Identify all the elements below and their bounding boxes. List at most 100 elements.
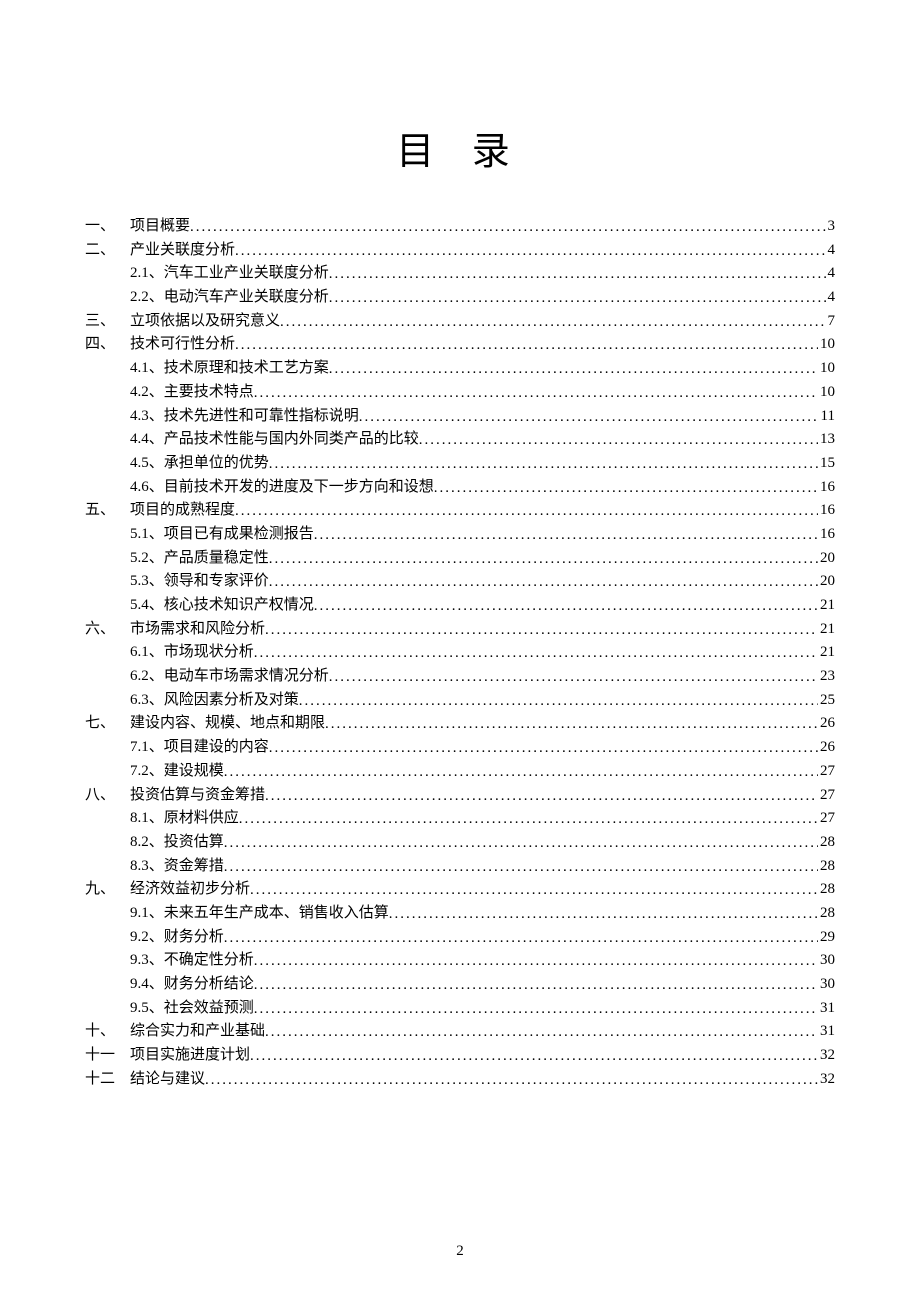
toc-leader-dots: [280, 315, 825, 330]
toc-leader-dots: [254, 1002, 818, 1017]
toc-page-number: 13: [818, 432, 835, 447]
toc-entry-text: 投资估算与资金筹措: [130, 788, 265, 803]
toc-entry-text: 建设内容、规模、地点和期限: [130, 716, 325, 731]
toc-page-number: 27: [818, 788, 835, 803]
toc-entry-text: 2.2、电动汽车产业关联度分析: [130, 290, 329, 305]
toc-page-number: 3: [826, 219, 836, 234]
toc-entry: 9.5、社会效益预测 31: [85, 1001, 835, 1016]
toc-chapter-number: 十一: [85, 1048, 130, 1063]
toc-chapter-number: 二、: [85, 243, 130, 258]
toc-entry-text: 4.3、技术先进性和可靠性指标说明: [130, 409, 359, 424]
toc-chapter-number: 十二: [85, 1072, 130, 1087]
toc-page-number: 4: [826, 266, 836, 281]
toc-entry-text: 6.1、市场现状分析: [130, 645, 254, 660]
toc-leader-dots: [269, 552, 818, 567]
toc-leader-dots: [325, 717, 818, 732]
toc-entry-text: 4.4、产品技术性能与国内外同类产品的比较: [130, 432, 419, 447]
toc-entry-text: 9.4、财务分析结论: [130, 977, 254, 992]
toc-entry-text: 经济效益初步分析: [130, 882, 250, 897]
toc-leader-dots: [314, 528, 818, 543]
toc-leader-dots: [254, 978, 818, 993]
toc-entry-text: 2.1、汽车工业产业关联度分析: [130, 266, 329, 281]
toc-page-number: 20: [818, 551, 835, 566]
toc-chapter-number: 三、: [85, 314, 130, 329]
toc-page-number: 31: [818, 1001, 835, 1016]
toc-entry-text: 技术可行性分析: [130, 337, 235, 352]
toc-entry-text: 市场需求和风险分析: [130, 622, 265, 637]
toc-entry: 四、技术可行性分析10: [85, 337, 835, 352]
toc-leader-dots: [190, 220, 825, 235]
toc-page-number: 26: [818, 740, 835, 755]
toc-entry: 十一项目实施进度计划32: [85, 1048, 835, 1063]
toc-entry: 4.2、主要技术特点 10: [85, 385, 835, 400]
toc-page-number: 16: [818, 503, 835, 518]
toc-page-number: 20: [818, 574, 835, 589]
toc-entry: 6.2、电动车市场需求情况分析 23: [85, 669, 835, 684]
toc-page-number: 15: [818, 456, 835, 471]
toc-chapter-number: 七、: [85, 716, 130, 731]
toc-leader-dots: [250, 883, 818, 898]
toc-entry-text: 7.1、项目建设的内容: [130, 740, 269, 755]
toc-entry: 9.3、不确定性分析 30: [85, 953, 835, 968]
toc-page-number: 10: [818, 385, 835, 400]
toc-entry: 五、项目的成熟程度 16: [85, 503, 835, 518]
toc-leader-dots: [265, 623, 818, 638]
toc-entry-text: 产业关联度分析: [130, 243, 235, 258]
toc-entry-text: 6.3、风险因素分析及对策: [130, 693, 299, 708]
toc-leader-dots: [224, 765, 818, 780]
toc-entry: 2.1、汽车工业产业关联度分析 4: [85, 266, 835, 281]
toc-leader-dots: [269, 457, 818, 472]
toc-page-number: 10: [818, 337, 835, 352]
toc-page-number: 30: [818, 953, 835, 968]
toc-page-number: 25: [818, 693, 835, 708]
toc-entry-text: 4.1、技术原理和技术工艺方案: [130, 361, 329, 376]
toc-page-number: 26: [818, 716, 835, 731]
toc-entry: 二、产业关联度分析4: [85, 243, 835, 258]
document-page: 目 录 一、项目概要3 二、产业关联度分析4 2.1、汽车工业产业关联度分析 4 2.2…: [0, 0, 920, 1155]
toc-entry-text: 4.2、主要技术特点: [130, 385, 254, 400]
toc-page-number: 31: [818, 1024, 835, 1039]
toc-entry-text: 4.6、目前技术开发的进度及下一步方向和设想: [130, 480, 434, 495]
toc-entry: 三、立项依据以及研究意义7: [85, 314, 835, 329]
toc-entry: 六、市场需求和风险分析21: [85, 622, 835, 637]
toc-entry: 4.4、产品技术性能与国内外同类产品的比较 13: [85, 432, 835, 447]
toc-leader-dots: [419, 433, 818, 448]
page-number: 2: [0, 1243, 920, 1260]
toc-leader-dots: [239, 812, 818, 827]
toc-entry-text: 9.2、财务分析: [130, 930, 224, 945]
toc-leader-dots: [254, 386, 818, 401]
toc-entry-text: 9.3、不确定性分析: [130, 953, 254, 968]
toc-chapter-number: 十、: [85, 1024, 130, 1039]
toc-page-number: 32: [818, 1072, 835, 1087]
toc-entry-text: 8.2、投资估算: [130, 835, 224, 850]
toc-entry: 4.3、技术先进性和可靠性指标说明 11: [85, 409, 835, 424]
toc-entry: 5.3、领导和专家评价 20: [85, 574, 835, 589]
toc-page-number: 28: [818, 882, 835, 897]
toc-entry: 9.1、未来五年生产成本、销售收入估算 28: [85, 906, 835, 921]
toc-entry: 4.6、目前技术开发的进度及下一步方向和设想 16: [85, 480, 835, 495]
toc-entry: 7.1、项目建设的内容 26: [85, 740, 835, 755]
toc-entry-text: 5.4、核心技术知识产权情况: [130, 598, 314, 613]
toc-chapter-number: 九、: [85, 882, 130, 897]
toc-leader-dots: [265, 789, 818, 804]
toc-entry-text: 项目的成熟程度: [130, 503, 235, 518]
toc-page-number: 16: [818, 527, 835, 542]
toc-leader-dots: [329, 291, 826, 306]
toc-entry-text: 9.5、社会效益预测: [130, 1001, 254, 1016]
toc-page-number: 21: [818, 645, 835, 660]
toc-page-number: 7: [826, 314, 836, 329]
toc-leader-dots: [235, 504, 818, 519]
toc-entry: 一、项目概要3: [85, 219, 835, 234]
toc-leader-dots: [224, 836, 818, 851]
toc-chapter-number: 五、: [85, 503, 130, 518]
toc-page-number: 28: [818, 906, 835, 921]
toc-page-number: 32: [818, 1048, 835, 1063]
toc-leader-dots: [359, 410, 819, 425]
toc-title: 目 录: [85, 120, 835, 175]
toc-leader-dots: [224, 931, 818, 946]
toc-entry-text: 8.3、资金筹措: [130, 859, 224, 874]
toc-entry: 九、经济效益初步分析 28: [85, 882, 835, 897]
toc-page-number: 29: [818, 930, 835, 945]
toc-page-number: 10: [818, 361, 835, 376]
toc-page-number: 27: [818, 811, 835, 826]
